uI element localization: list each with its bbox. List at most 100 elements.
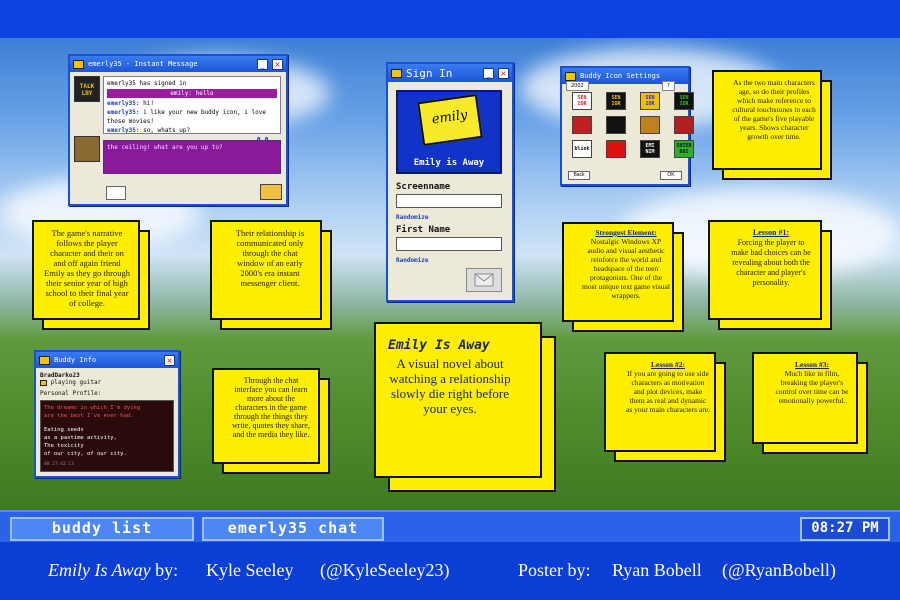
buddy-icon-option[interactable]	[640, 116, 660, 134]
chat-text: emerly35 has signed in	[107, 80, 187, 87]
close-button[interactable]: ×	[498, 67, 509, 79]
taskbar-buddy-list-button[interactable]: buddy list	[10, 517, 194, 541]
buddy-icon-option[interactable]	[674, 116, 694, 134]
buddy-icon-option[interactable]: blink	[572, 140, 592, 158]
chat-sender: emerly35:	[107, 127, 140, 134]
credits-game-title: Emily Is Away	[48, 560, 151, 580]
note-heading: Strongest Element:	[595, 228, 657, 237]
sticky-note-relationship: Their relationship is communicated only …	[210, 220, 334, 332]
first-name-label: First Name	[396, 225, 451, 235]
credits-bar: Emily Is Away by: Kyle Seeley (@KyleSeel…	[0, 542, 900, 600]
screenname-input[interactable]	[396, 194, 502, 208]
buddy-icon-option[interactable]: SEN IOR	[606, 92, 626, 110]
away-icon	[40, 379, 47, 386]
im-titlebar[interactable]: emerly35 - Instant Message _ ×	[70, 56, 286, 72]
note-heading: Lesson #1:	[752, 228, 790, 237]
note-text: As the two main characters age, so do th…	[732, 78, 816, 141]
chat-sender: emerly35:	[107, 109, 140, 116]
signin-app-icon	[391, 68, 402, 78]
profile-box: The dreams in which I'm dying are the be…	[40, 400, 174, 472]
profile-line: The dreams in which I'm dying	[44, 405, 141, 411]
profile-line: as a pastime activity,	[44, 435, 117, 441]
note-text: The game's narrative follows the player …	[44, 228, 130, 308]
send-button[interactable]	[260, 184, 282, 200]
ok-button[interactable]: OK	[660, 171, 682, 180]
logo-name: Emily is Away	[413, 158, 485, 168]
note-text: Their relationship is communicated only …	[235, 228, 305, 288]
chat-text: hi!	[143, 100, 154, 107]
buddy-icon-option[interactable]: SHIER BOI	[674, 140, 694, 158]
chat-line: emerly35: so, whats up?	[107, 126, 277, 134]
buddy-icon-option[interactable]	[572, 116, 592, 134]
buddy-icon-title: Buddy Icon Settings	[580, 72, 661, 80]
signin-title: Sign In	[406, 66, 453, 80]
sticky-note-lesson-2: Lesson #2: If you are going to use side …	[604, 352, 728, 464]
card-icon[interactable]	[106, 186, 126, 200]
back-button[interactable]: Back	[568, 171, 590, 180]
note-text: Lesson #3: Much like in film, breaking t…	[772, 360, 852, 440]
close-button[interactable]: ×	[272, 58, 283, 70]
buddy-icon-option[interactable]: SEN IOR	[674, 92, 694, 110]
buddy-icon-option[interactable]: SEN IOR	[640, 92, 660, 110]
buddy-info-app-icon	[39, 355, 50, 365]
profile-line: are the best I've ever had.	[44, 413, 134, 419]
first-name-input[interactable]	[396, 237, 502, 251]
note-body: Nostalgic Windows XP audio and visual ae…	[582, 237, 670, 300]
logo-note: emily	[417, 94, 483, 146]
message-input[interactable]: the ceiling! what are you up to?	[103, 140, 281, 174]
note-heading: Lesson #2:	[651, 360, 685, 369]
buddy-status-row: playing guitar	[40, 379, 174, 386]
chat-line: emerly35 has signed in	[107, 79, 277, 88]
profile-line: of our city, of our city.	[44, 451, 127, 457]
im-chat-log: emerly35 has signed in emily: hello emer…	[103, 76, 281, 134]
randomize-screenname-link[interactable]: Randomize	[396, 214, 429, 221]
buddy-icon-option[interactable]	[606, 140, 626, 158]
buddy-icon-option[interactable]: SEN IOR	[572, 92, 592, 110]
tab-year[interactable]: 2002	[566, 81, 589, 91]
chat-line: emerly35: i like your new buddy icon, i …	[107, 108, 277, 126]
credits-game-line: Emily Is Away by:	[48, 560, 178, 581]
buddy-info-titlebar[interactable]: Buddy Info ×	[36, 352, 178, 368]
buddy-info-body: BradDarko23 playing guitar Personal Prof…	[40, 372, 174, 472]
buddy-info-window: Buddy Info × BradDarko23 playing guitar …	[34, 350, 180, 478]
credits-author: Kyle Seeley	[206, 560, 294, 580]
note-body: Much like in film, breaking the player's…	[775, 369, 849, 405]
note-heading: Lesson #3:	[795, 360, 829, 369]
buddy-icon-option[interactable]	[606, 116, 626, 134]
chat-line: emerly35: hi!	[107, 99, 277, 108]
screenname-label: Screenname	[396, 182, 451, 192]
im-app-icon	[73, 59, 84, 69]
im-title: emerly35 - Instant Message	[88, 60, 198, 68]
envelope-icon	[474, 273, 494, 287]
randomize-first-name-link[interactable]: Randomize	[396, 257, 429, 264]
chat-line: emily: hello	[107, 89, 277, 98]
buddy-icon-option[interactable]: EMI NIM	[640, 140, 660, 158]
chat-sender: emerly35:	[107, 100, 140, 107]
profile-timestamp: 08:27:42:13	[44, 462, 74, 467]
sticky-note-chat-interface: Through the chat interface you can learn…	[212, 368, 332, 476]
note-title: Emily Is Away	[388, 338, 490, 353]
minimize-button[interactable]: _	[483, 67, 494, 79]
emily-logo: emily Emily is Away	[396, 90, 502, 174]
note-text: Lesson #1: Forcing the player to make ba…	[728, 228, 814, 316]
sign-in-button[interactable]	[466, 268, 502, 292]
close-button[interactable]: ×	[164, 354, 175, 366]
minimize-button[interactable]: _	[257, 58, 268, 70]
taskbar-chat-button[interactable]: emerly35 chat	[202, 517, 384, 541]
avatar: TALK LBY	[74, 76, 100, 102]
buddy-icon-app-icon	[565, 71, 576, 81]
clock: 08:27 PM	[800, 517, 890, 541]
note-text: Lesson #2: If you are going to use side …	[626, 360, 710, 448]
profile-label: Personal Profile:	[40, 390, 102, 397]
buddy-icon-settings-window: Buddy Icon Settings 2002 ? SEN IOR SEN IO…	[560, 66, 694, 186]
taskbar: buddy list emerly35 chat 08:27 PM	[0, 510, 900, 542]
buddy-screenname: BradDarko23	[40, 372, 80, 379]
sign-in-window: Sign In _ × emily Emily is Away Screenna…	[386, 62, 514, 302]
note-body: Forcing the player to make bad choices c…	[731, 238, 811, 287]
instant-message-window: emerly35 - Instant Message _ × TALK LBY …	[68, 54, 288, 206]
sticky-note-strongest-element: Strongest Element: Nostalgic Windows XP …	[562, 222, 686, 334]
signin-titlebar[interactable]: Sign In _ ×	[388, 64, 512, 82]
note-text: Strongest Element: Nostalgic Windows XP …	[582, 228, 670, 320]
chat-text: so, whats up?	[143, 127, 191, 134]
tab-help[interactable]: ?	[662, 81, 675, 91]
